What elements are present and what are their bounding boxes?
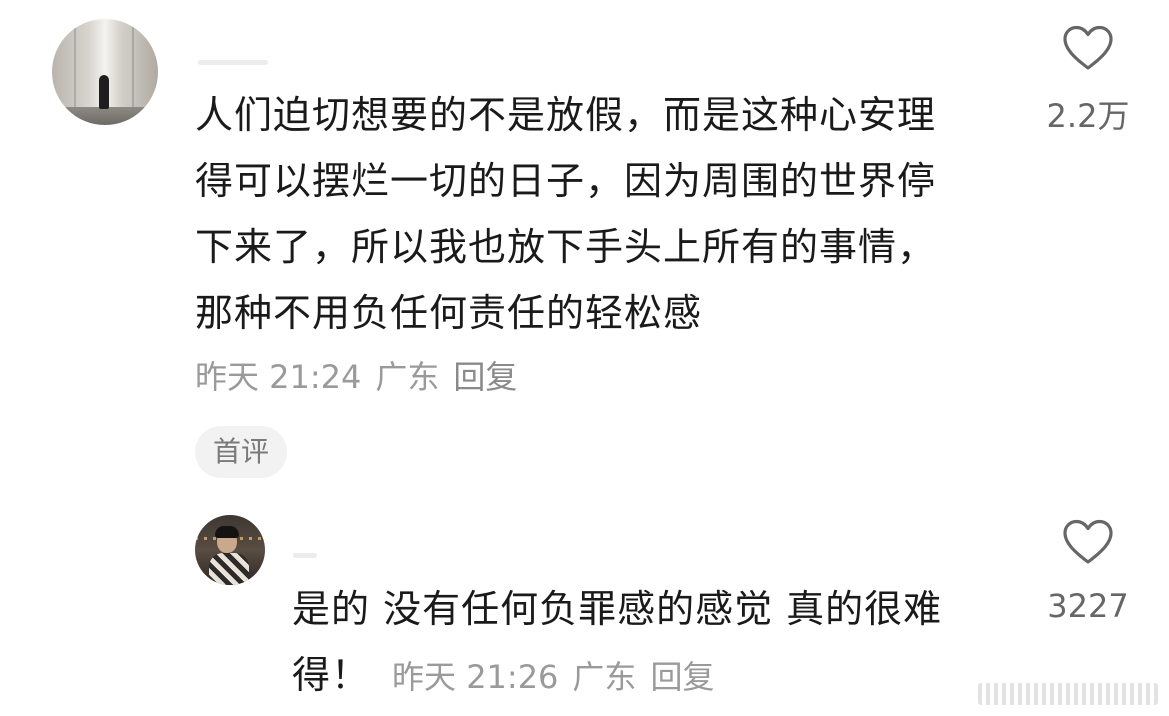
reply-comment-location: 广东 [572,658,637,696]
avatar-figure [99,75,109,109]
reply-comment-like-count: 3227 [1047,587,1129,625]
main-comment-username-placeholder[interactable] [198,60,268,65]
reply-comment-avatar[interactable] [195,515,265,585]
reply-comment-time: 昨天 21:26 [392,658,559,696]
main-comment-location: 广东 [375,358,440,396]
reply-comment-line-with-meta: 得！ 昨天 21:26 广东 回复 [292,642,992,710]
main-comment-line: 下来了，所以我也放下手头上所有的事情， [195,225,937,269]
reply-comment-line: 得！ [292,653,371,697]
main-comment-like-button[interactable]: 2.2万 [1038,24,1138,136]
reply-comment-like-button[interactable]: 3227 [1038,518,1138,626]
reply-comment-meta: 昨天 21:26 广东 回复 [392,658,728,696]
main-comment-text: 人们迫切想要的不是放假，而是这种心安理 得可以摆烂一切的日子，因为周围的世界停 … [195,82,995,346]
main-comment-meta: 昨天 21:24 广东 回复 [195,357,531,397]
main-comment-avatar[interactable] [52,19,158,125]
comment-thread: 人们迫切想要的不是放假，而是这种心安理 得可以摆烂一切的日子，因为周围的世界停 … [0,0,1169,716]
reply-comment-line: 是的 没有任何负罪感的感觉 真的很难 [292,587,943,631]
avatar-body [209,553,249,585]
first-comment-tag: 首评 [195,426,288,478]
avatar-hair [215,526,239,538]
watermark-graphic [978,683,1158,705]
reply-comment-reply-button[interactable]: 回复 [650,658,714,696]
main-comment-line: 人们迫切想要的不是放假，而是这种心安理 [195,93,937,137]
main-comment-line: 得可以摆烂一切的日子，因为周围的世界停 [195,159,937,203]
main-comment-reply-button[interactable]: 回复 [453,358,517,396]
reply-comment-username-placeholder[interactable] [293,553,317,558]
heart-outline-icon[interactable] [1061,24,1115,72]
avatar-floor [52,107,158,125]
reply-comment-text: 是的 没有任何负罪感的感觉 真的很难 得！ 昨天 21:26 广东 回复 [292,576,992,710]
main-comment-line: 那种不用负任何责任的轻松感 [195,291,703,335]
main-comment-time: 昨天 21:24 [195,358,362,396]
heart-outline-icon[interactable] [1061,518,1115,566]
main-comment-like-count: 2.2万 [1046,97,1130,135]
